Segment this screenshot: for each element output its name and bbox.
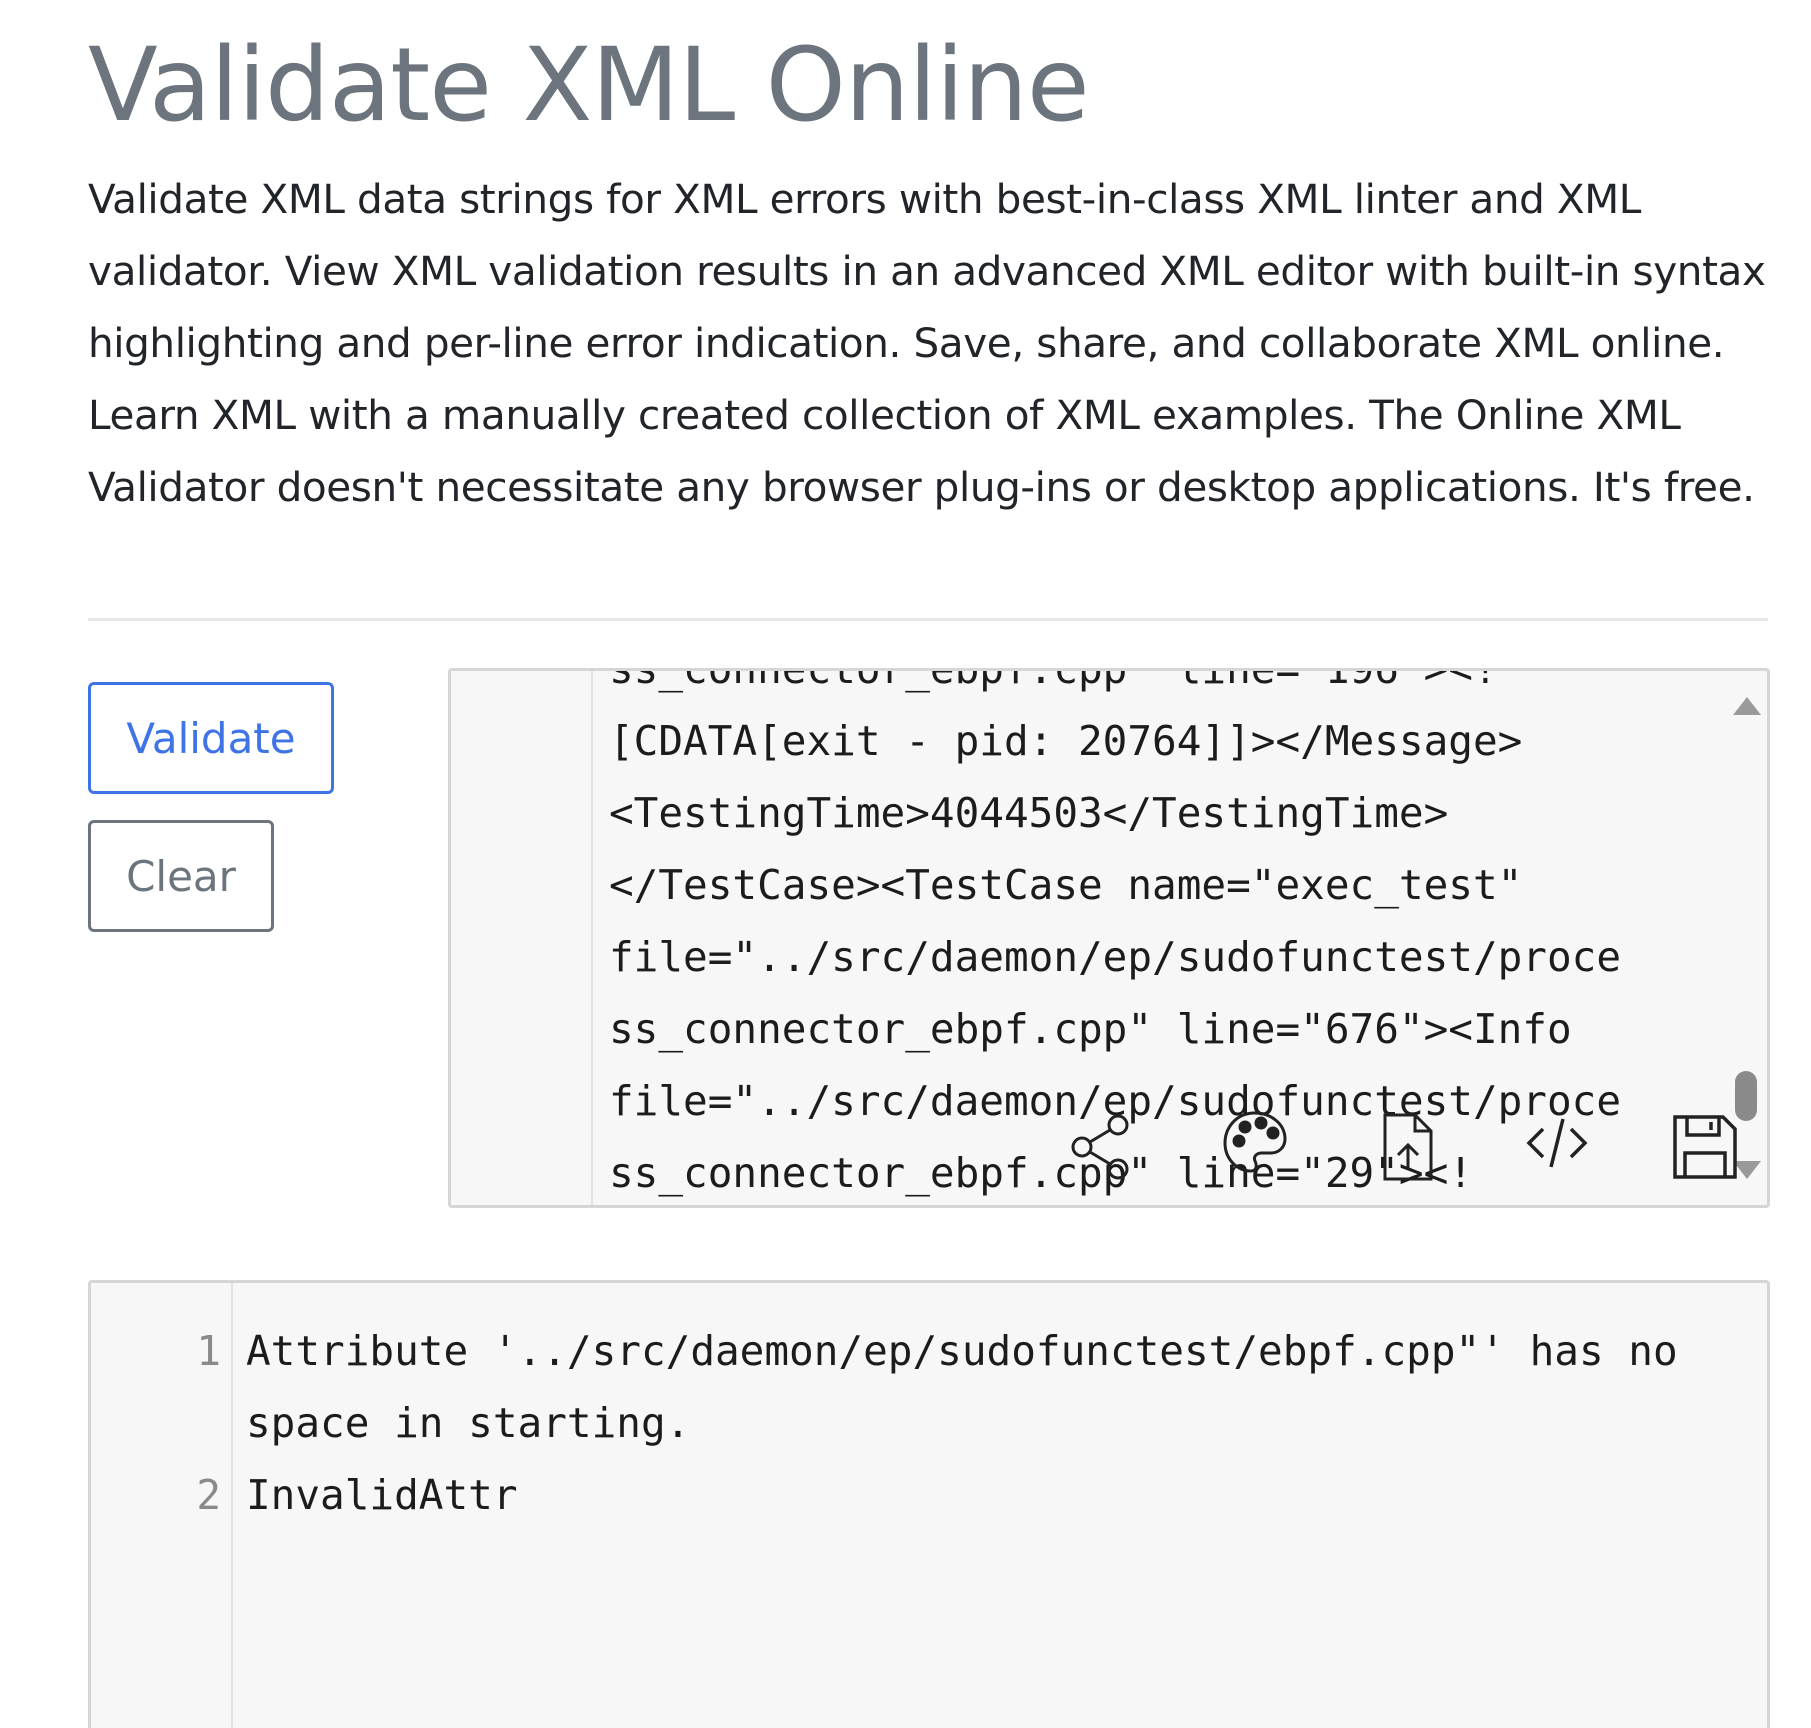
code-line: ss_connector_ebpf.cpp" line="29"><! <box>609 1149 1473 1197</box>
line-number: 2 <box>196 1471 221 1519</box>
code-line: ss_connector_ebpf.cpp" line="676"><Info <box>609 1005 1572 1053</box>
code-line: [CDATA[exit - pid: 20764]]></Message> <box>609 717 1523 765</box>
code-line: ss_connector_ebpf.cpp" line="196"><! <box>609 668 1498 693</box>
scroll-up-arrow[interactable] <box>1733 697 1761 715</box>
save-icon[interactable] <box>1669 1111 1741 1183</box>
divider <box>88 618 1768 621</box>
share-icon[interactable] <box>1066 1111 1138 1183</box>
page-title: Validate XML Online <box>88 26 1090 145</box>
error-code: InvalidAttr <box>246 1471 518 1519</box>
palette-icon[interactable] <box>1219 1107 1291 1179</box>
code-line: <TestingTime>4044503</TestingTime> <box>609 789 1449 837</box>
code-line: </TestCase><TestCase name="exec_test" <box>609 861 1523 909</box>
code-icon[interactable] <box>1521 1107 1593 1179</box>
page-description: Validate XML data strings for XML errors… <box>88 175 1766 511</box>
code-line: file="../src/daemon/ep/sudofunctest/proc… <box>609 933 1622 981</box>
validation-output[interactable]: 1 Attribute '../src/daemon/ep/sudofuncte… <box>88 1280 1770 1728</box>
clear-button[interactable]: Clear <box>88 820 274 932</box>
validate-button[interactable]: Validate <box>88 682 334 794</box>
xml-input-editor[interactable]: ss_connector_ebpf.cpp" line="196"><! [CD… <box>448 668 1770 1208</box>
file-upload-icon[interactable] <box>1371 1111 1443 1183</box>
editor-gutter <box>451 671 593 1205</box>
error-message: Attribute '../src/daemon/ep/sudofunctest… <box>246 1327 1703 1447</box>
line-number: 1 <box>196 1327 221 1375</box>
